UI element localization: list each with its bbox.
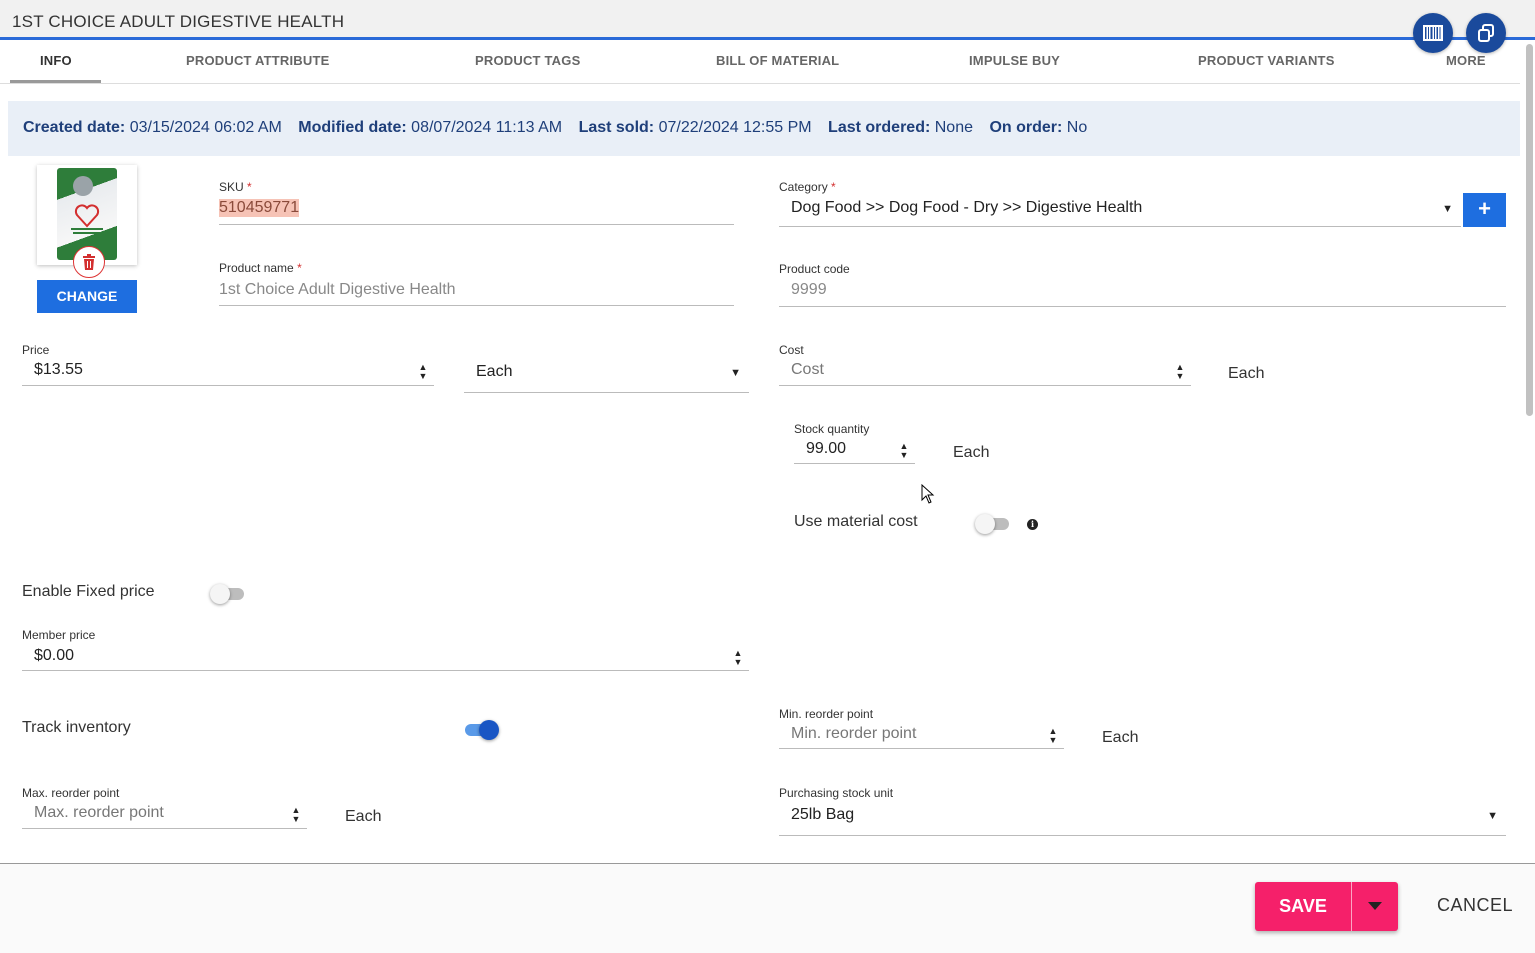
tab-bar: INFO PRODUCT ATTRIBUTE PRODUCT TAGS BILL…: [0, 43, 1520, 84]
tab-more[interactable]: MORE: [1446, 53, 1486, 68]
modified-date-value: 08/07/2024 11:13 AM: [411, 119, 563, 136]
sku-label: SKU *: [219, 180, 252, 194]
page-title: 1ST CHOICE ADULT DIGESTIVE HEALTH: [12, 12, 345, 31]
tab-product-variants[interactable]: PRODUCT VARIANTS: [1198, 53, 1335, 68]
last-sold-label: Last sold:: [578, 119, 655, 136]
use-material-cost-label: Use material cost: [794, 513, 918, 530]
title-bar: 1ST CHOICE ADULT DIGESTIVE HEALTH: [0, 0, 1535, 40]
add-category-button[interactable]: +: [1463, 193, 1506, 227]
min-reorder-unit: Each: [1102, 729, 1139, 746]
purchasing-unit-value: 25lb Bag: [791, 806, 855, 823]
product-info-bar: Created date: 03/15/2024 06:02 AM Modifi…: [8, 101, 1520, 156]
member-price-label: Member price: [22, 628, 96, 642]
tab-info[interactable]: INFO: [40, 53, 72, 68]
cost-stepper[interactable]: ▲ ▼: [1175, 363, 1185, 381]
stock-quantity-field[interactable]: 99.00 ▲ ▼: [794, 440, 915, 464]
change-image-button[interactable]: CHANGE: [37, 280, 137, 313]
info-icon[interactable]: i: [1027, 519, 1038, 530]
price-label: Price: [22, 343, 50, 357]
barcode-button[interactable]: [1413, 13, 1453, 53]
min-reorder-placeholder: Min. reorder point: [791, 725, 917, 742]
category-select[interactable]: Dog Food >> Dog Food - Dry >> Digestive …: [779, 199, 1461, 227]
product-name-value: 1st Choice Adult Digestive Health: [219, 281, 456, 298]
cost-placeholder: Cost: [791, 361, 824, 378]
product-name-field[interactable]: 1st Choice Adult Digestive Health: [219, 281, 734, 306]
stock-quantity-value: 99.00: [806, 440, 847, 457]
stock-quantity-unit: Each: [953, 444, 990, 461]
product-code-field[interactable]: 9999: [779, 281, 1506, 307]
product-name-label: Product name *: [219, 261, 302, 275]
enable-fixed-price-toggle[interactable]: [210, 584, 246, 604]
purchasing-unit-dropdown-icon: ▼: [1487, 810, 1498, 822]
min-reorder-field[interactable]: Min. reorder point ▲ ▼: [779, 725, 1064, 749]
max-reorder-stepper[interactable]: ▲ ▼: [291, 806, 301, 824]
stock-quantity-label: Stock quantity: [794, 422, 870, 436]
copy-button[interactable]: [1466, 13, 1506, 53]
caret-down-icon: [1368, 902, 1382, 910]
sku-field[interactable]: 510459771: [219, 199, 734, 225]
scrollbar-thumb[interactable]: [1526, 44, 1533, 416]
category-value: Dog Food >> Dog Food - Dry >> Digestive …: [791, 199, 1143, 216]
mouse-cursor-icon: [921, 484, 935, 504]
member-price-stepper[interactable]: ▲ ▼: [733, 649, 743, 667]
min-reorder-stepper[interactable]: ▲ ▼: [1048, 727, 1058, 745]
tab-bill-of-material[interactable]: BILL OF MATERIAL: [716, 53, 839, 68]
max-reorder-placeholder: Max. reorder point: [34, 804, 164, 821]
last-ordered-label: Last ordered:: [828, 119, 931, 136]
track-inventory-label: Track inventory: [22, 719, 131, 736]
price-unit-value: Each: [476, 363, 513, 380]
tab-impulse-buy[interactable]: IMPULSE BUY: [969, 53, 1060, 68]
max-reorder-field[interactable]: Max. reorder point ▲ ▼: [22, 804, 307, 829]
active-tab-indicator: [10, 80, 101, 83]
price-unit-select[interactable]: Each ▼: [464, 363, 749, 393]
last-ordered-value: None: [934, 119, 973, 136]
tab-product-attribute[interactable]: PRODUCT ATTRIBUTE: [186, 53, 330, 68]
stock-quantity-stepper[interactable]: ▲ ▼: [899, 442, 909, 460]
trash-icon: [83, 254, 95, 270]
on-order-value: No: [1066, 119, 1088, 136]
price-value: $13.55: [34, 361, 83, 378]
sku-value: 510459771: [219, 199, 300, 217]
min-reorder-label: Min. reorder point: [779, 707, 874, 721]
price-field[interactable]: $13.55 ▲ ▼: [22, 361, 434, 386]
price-unit-dropdown-icon: ▼: [730, 367, 741, 379]
category-label: Category *: [779, 180, 836, 194]
on-order-label: On order:: [989, 119, 1063, 136]
last-sold-value: 07/22/2024 12:55 PM: [658, 119, 812, 136]
price-stepper[interactable]: ▲ ▼: [418, 363, 428, 381]
save-options-button[interactable]: [1352, 882, 1398, 931]
copy-icon: [1478, 24, 1494, 42]
purchasing-unit-label: Purchasing stock unit: [779, 786, 894, 800]
save-button-group: SAVE: [1255, 882, 1398, 931]
cancel-button[interactable]: CANCEL: [1437, 895, 1513, 916]
enable-fixed-price-label: Enable Fixed price: [22, 583, 155, 600]
cost-unit: Each: [1228, 365, 1265, 382]
tab-product-tags[interactable]: PRODUCT TAGS: [475, 53, 580, 68]
member-price-field[interactable]: $0.00 ▲ ▼: [22, 647, 749, 671]
member-price-value: $0.00: [34, 647, 75, 664]
product-code-label: Product code: [779, 262, 850, 276]
use-material-cost-toggle[interactable]: [975, 514, 1011, 534]
max-reorder-unit: Each: [345, 808, 382, 825]
purchasing-unit-select[interactable]: 25lb Bag ▼: [779, 806, 1506, 836]
cost-label: Cost: [779, 343, 804, 357]
barcode-icon: [1423, 25, 1443, 41]
product-code-value: 9999: [791, 281, 827, 298]
created-date-value: 03/15/2024 06:02 AM: [129, 119, 282, 136]
track-inventory-toggle[interactable]: [463, 720, 499, 740]
max-reorder-label: Max. reorder point: [22, 786, 120, 800]
created-date-label: Created date:: [23, 119, 126, 136]
cost-field[interactable]: Cost ▲ ▼: [779, 361, 1191, 386]
delete-image-button[interactable]: [73, 246, 105, 278]
category-dropdown-icon: ▼: [1442, 203, 1453, 215]
save-button[interactable]: SAVE: [1255, 882, 1351, 931]
modified-date-label: Modified date:: [298, 119, 407, 136]
